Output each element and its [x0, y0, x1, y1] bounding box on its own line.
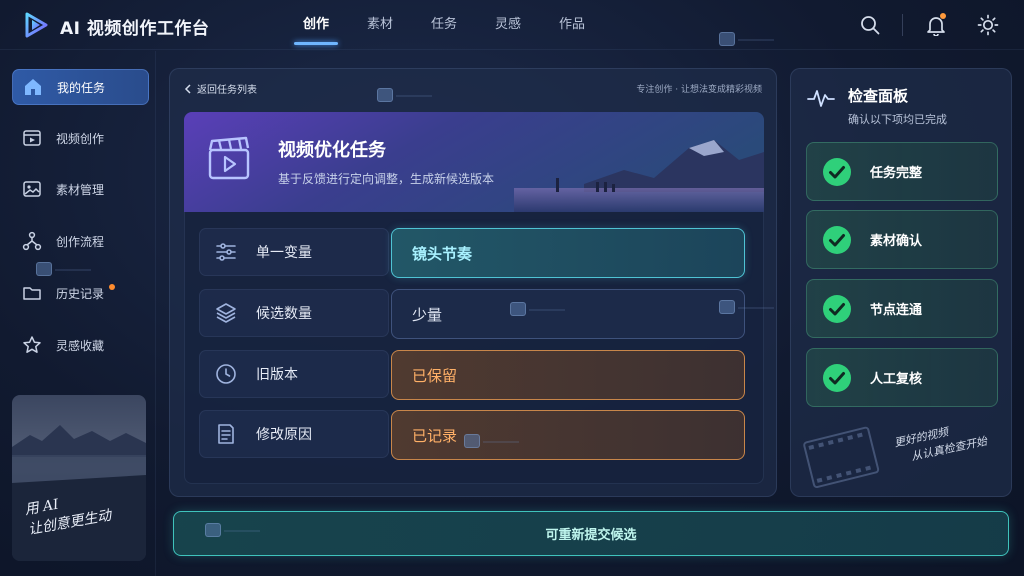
- sidebar-item-history[interactable]: 历史记录: [12, 275, 149, 311]
- nav-tab-inspiration[interactable]: 灵感: [476, 0, 540, 50]
- sidebar-item-label: 历史记录: [56, 286, 105, 301]
- sidebar-item-label: 创作流程: [56, 234, 105, 249]
- clapperboard-icon: [208, 136, 250, 180]
- panel-slogan: 专注创作 · 让想法变成精彩视频: [636, 85, 762, 95]
- clock-icon: [216, 364, 236, 384]
- sidebar-item-label: 灵感收藏: [56, 338, 105, 353]
- watermark-tag: [464, 434, 519, 448]
- sidebar-item-workflow[interactable]: 创作流程: [12, 223, 149, 259]
- check-item-label: 人工复核: [870, 372, 923, 387]
- sidebar-item-label: 素材管理: [56, 182, 105, 197]
- notification-dot: [940, 13, 946, 19]
- setting-label-change-reason: 修改原因: [199, 410, 389, 458]
- task-panel: 返回任务列表 专注创作 · 让想法变成精彩视频 视频优化任务 基于反馈进行定向调…: [169, 68, 777, 497]
- layers-icon: [216, 303, 236, 323]
- logo-play-icon: [25, 12, 48, 38]
- setting-label-text: 修改原因: [256, 427, 312, 443]
- history-badge-dot: [109, 284, 115, 290]
- task-hero-banner: 视频优化任务 基于反馈进行定向调整，生成新候选版本: [184, 112, 764, 212]
- folder-icon: [23, 287, 41, 300]
- star-icon: [23, 336, 41, 353]
- check-item-label: 素材确认: [870, 234, 923, 249]
- nav-tab-works[interactable]: 作品: [540, 0, 604, 50]
- chevron-left-icon: [184, 83, 191, 94]
- top-divider: [902, 14, 903, 36]
- sidebar-item-label: 视频创作: [56, 131, 105, 146]
- setting-label-text: 候选数量: [256, 306, 312, 322]
- check-panel: 检查面板 确认以下项均已完成 任务完整 素材确认 节点连通 人工复核 更好的视频…: [790, 68, 1012, 497]
- watermark-tag: [510, 302, 565, 316]
- flow-icon: [22, 231, 42, 251]
- setting-label-text: 旧版本: [256, 367, 298, 383]
- sidebar-item-label: 我的任务: [57, 80, 106, 95]
- check-item-task-complete[interactable]: 任务完整: [806, 142, 998, 201]
- sidebar-promo-card: 用 AI 让创意更生动: [12, 395, 146, 561]
- check-panel-subtitle: 确认以下项均已完成: [848, 113, 947, 126]
- image-icon: [23, 181, 41, 197]
- pulse-icon: [807, 90, 835, 107]
- setting-label-text: 单一变量: [256, 245, 312, 261]
- watermark-tag: [377, 88, 432, 102]
- check-item-manual-review[interactable]: 人工复核: [806, 348, 998, 407]
- check-item-label: 节点连通: [870, 303, 923, 318]
- check-item-nodes-connected[interactable]: 节点连通: [806, 279, 998, 338]
- video-icon: [23, 130, 41, 146]
- nav-tab-create[interactable]: 创作: [284, 0, 348, 50]
- resubmit-candidate-button[interactable]: 可重新提交候选: [173, 511, 1009, 556]
- sidebar-item-favorites[interactable]: 灵感收藏: [12, 327, 149, 363]
- sun-icon[interactable]: [977, 14, 999, 36]
- setting-label-old-version: 旧版本: [199, 350, 389, 398]
- watermark-tag: [36, 262, 91, 276]
- sliders-icon: [216, 243, 236, 261]
- task-title: 视频优化任务: [278, 140, 386, 161]
- check-panel-title: 检查面板: [848, 87, 909, 105]
- check-circle-icon: [823, 157, 851, 186]
- setting-label-single-variable: 单一变量: [199, 228, 389, 276]
- sidebar: 我的任务 视频创作 素材管理 创作流程 历史记录 灵感收藏 用 AI 让创意更生…: [0, 51, 156, 576]
- sidebar-item-asset-manage[interactable]: 素材管理: [12, 171, 149, 207]
- search-icon[interactable]: [859, 14, 881, 36]
- setting-value-single-variable[interactable]: 镜头节奏: [391, 228, 745, 278]
- task-subtitle: 基于反馈进行定向调整，生成新候选版本: [278, 172, 495, 186]
- check-item-label: 任务完整: [870, 166, 923, 181]
- setting-value-old-version[interactable]: 已保留: [391, 350, 745, 400]
- nav-tab-tasks[interactable]: 任务: [412, 0, 476, 50]
- watermark-tag: [719, 300, 774, 314]
- setting-label-candidate-count: 候选数量: [199, 289, 389, 337]
- home-icon: [25, 79, 41, 95]
- back-label: 返回任务列表: [197, 85, 257, 96]
- app-title: AI 视频创作工作台: [60, 19, 210, 39]
- check-circle-icon: [823, 294, 851, 323]
- hero-background: [184, 112, 764, 212]
- document-icon: [218, 424, 234, 444]
- sidebar-item-my-tasks[interactable]: 我的任务: [12, 69, 149, 105]
- check-circle-icon: [823, 363, 851, 392]
- main-nav: 创作 素材 任务 灵感 作品: [284, 0, 604, 50]
- top-bar: AI 视频创作工作台 创作 素材 任务 灵感 作品: [0, 0, 1024, 50]
- check-item-asset-confirm[interactable]: 素材确认: [806, 210, 998, 269]
- watermark-tag: [205, 523, 260, 537]
- check-circle-icon: [823, 225, 851, 254]
- back-button[interactable]: 返回任务列表: [184, 81, 257, 96]
- nav-tab-assets[interactable]: 素材: [348, 0, 412, 50]
- setting-value-change-reason[interactable]: 已记录: [391, 410, 745, 460]
- sidebar-item-video-create[interactable]: 视频创作: [12, 120, 149, 156]
- setting-value-candidate-count[interactable]: 少量: [391, 289, 745, 339]
- watermark-tag: [719, 32, 774, 46]
